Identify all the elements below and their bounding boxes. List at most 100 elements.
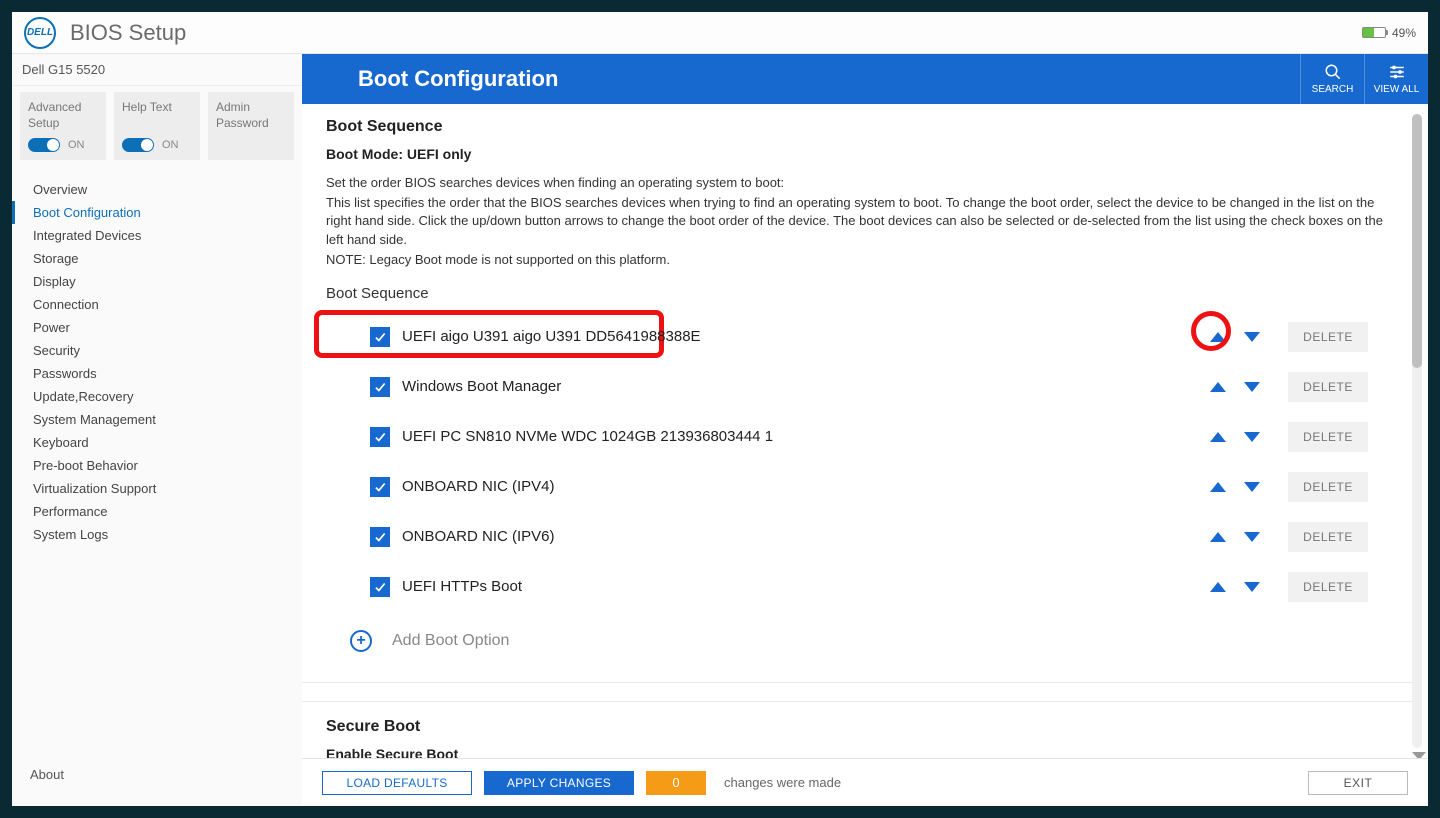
boot-list: UEFI aigo U391 aigo U391 DD5641988388E D… [326, 312, 1388, 612]
delete-button[interactable]: DELETE [1288, 372, 1368, 402]
delete-button[interactable]: DELETE [1288, 322, 1368, 352]
boot-desc-2: This list specifies the order that the B… [326, 194, 1388, 249]
sliders-icon [1388, 63, 1406, 81]
sidebar-item-performance[interactable]: Performance [12, 500, 302, 523]
sidebar-item-connection[interactable]: Connection [12, 293, 302, 316]
boot-item-label: Windows Boot Manager [402, 378, 561, 395]
delete-button[interactable]: DELETE [1288, 472, 1368, 502]
toggle-icon[interactable] [122, 138, 154, 152]
boot-row: UEFI aigo U391 aigo U391 DD5641988388E D… [370, 312, 1368, 362]
content-area[interactable]: Boot Sequence Boot Mode: UEFI only Set t… [302, 104, 1428, 758]
apply-changes-button[interactable]: APPLY CHANGES [484, 771, 634, 795]
about-link[interactable]: About [30, 767, 64, 782]
page-title: Boot Configuration [302, 66, 558, 92]
top-bar: DELL BIOS Setup 49% [12, 12, 1428, 54]
boot-row: Windows Boot Manager DELETE [370, 362, 1368, 412]
scrollbar[interactable] [1412, 114, 1422, 748]
tile-label: Admin Password [216, 100, 286, 131]
sidebar-item-system-logs[interactable]: System Logs [12, 523, 302, 546]
checkbox[interactable] [370, 427, 390, 447]
tile-admin-password[interactable]: Admin Password [208, 92, 294, 160]
search-button[interactable]: SEARCH [1300, 54, 1364, 104]
boot-sequence-heading: Boot Sequence [326, 118, 1388, 136]
boot-row: ONBOARD NIC (IPV4) DELETE [370, 462, 1368, 512]
delete-button[interactable]: DELETE [1288, 572, 1368, 602]
sidebar-item-power[interactable]: Power [12, 316, 302, 339]
scrollbar-thumb[interactable] [1412, 114, 1422, 368]
move-down-icon[interactable] [1244, 532, 1260, 542]
move-up-icon[interactable] [1210, 482, 1226, 492]
sidebar-item-boot-configuration[interactable]: Boot Configuration [12, 201, 302, 224]
view-all-button[interactable]: VIEW ALL [1364, 54, 1428, 104]
plus-circle-icon: + [350, 630, 372, 652]
move-down-icon[interactable] [1244, 482, 1260, 492]
sidebar-item-storage[interactable]: Storage [12, 247, 302, 270]
move-down-icon[interactable] [1244, 432, 1260, 442]
section-divider [302, 682, 1412, 702]
tile-label: Advanced Setup [28, 100, 98, 131]
sidebar: Dell G15 5520 Advanced Setup ON Help Tex… [12, 54, 302, 806]
exit-button[interactable]: EXIT [1308, 771, 1408, 795]
battery-indicator: 49% [1362, 26, 1416, 40]
secure-boot-heading: Secure Boot [326, 718, 1388, 736]
move-down-icon[interactable] [1244, 332, 1260, 342]
delete-button[interactable]: DELETE [1288, 522, 1368, 552]
add-boot-option[interactable]: + Add Boot Option [326, 612, 1388, 662]
boot-desc-note: NOTE: Legacy Boot mode is not supported … [326, 251, 1388, 269]
quick-tiles: Advanced Setup ON Help Text ON Admin Pas… [12, 86, 302, 170]
annotation-highlight-circle [1191, 311, 1231, 351]
tile-help-text[interactable]: Help Text ON [114, 92, 200, 160]
battery-icon [1362, 27, 1386, 38]
toggle-icon[interactable] [28, 138, 60, 152]
main-pane: Boot Configuration SEARCH VIEW ALL Boot … [302, 54, 1428, 806]
boot-item-label: UEFI PC SN810 NVMe WDC 1024GB 2139368034… [402, 428, 773, 445]
boot-mode-label: Boot Mode: UEFI only [326, 146, 1388, 162]
page-header: Boot Configuration SEARCH VIEW ALL [302, 54, 1428, 104]
sidebar-item-update-recovery[interactable]: Update,Recovery [12, 385, 302, 408]
move-down-icon[interactable] [1244, 382, 1260, 392]
enable-secure-boot-label: Enable Secure Boot [326, 746, 1388, 758]
sidebar-item-virtualization-support[interactable]: Virtualization Support [12, 477, 302, 500]
load-defaults-button[interactable]: LOAD DEFAULTS [322, 771, 472, 795]
move-down-icon[interactable] [1244, 582, 1260, 592]
checkbox[interactable] [370, 377, 390, 397]
tile-advanced-setup[interactable]: Advanced Setup ON [20, 92, 106, 160]
sidebar-nav: Overview Boot Configuration Integrated D… [12, 170, 302, 546]
sidebar-item-integrated-devices[interactable]: Integrated Devices [12, 224, 302, 247]
search-icon [1324, 63, 1342, 81]
checkbox[interactable] [370, 327, 390, 347]
sidebar-item-security[interactable]: Security [12, 339, 302, 362]
checkbox[interactable] [370, 477, 390, 497]
sidebar-item-system-management[interactable]: System Management [12, 408, 302, 431]
sidebar-item-passwords[interactable]: Passwords [12, 362, 302, 385]
boot-item-label: ONBOARD NIC (IPV6) [402, 528, 555, 545]
boot-item-label: UEFI HTTPs Boot [402, 578, 522, 595]
move-up-icon[interactable] [1210, 532, 1226, 542]
changes-text: changes were made [724, 775, 841, 790]
move-up-icon[interactable] [1210, 432, 1226, 442]
boot-row: UEFI PC SN810 NVMe WDC 1024GB 2139368034… [370, 412, 1368, 462]
battery-percent: 49% [1392, 26, 1416, 40]
boot-item-label: ONBOARD NIC (IPV4) [402, 478, 555, 495]
sidebar-item-overview[interactable]: Overview [12, 178, 302, 201]
sidebar-item-pre-boot-behavior[interactable]: Pre-boot Behavior [12, 454, 302, 477]
boot-sequence-list-label: Boot Sequence [326, 285, 1388, 302]
dell-logo-icon: DELL [24, 17, 56, 49]
move-up-icon[interactable] [1210, 582, 1226, 592]
bios-window: DELL BIOS Setup 49% Dell G15 5520 Advanc… [12, 12, 1428, 806]
model-label: Dell G15 5520 [12, 54, 302, 86]
sidebar-item-display[interactable]: Display [12, 270, 302, 293]
boot-desc-1: Set the order BIOS searches devices when… [326, 174, 1388, 192]
sidebar-item-keyboard[interactable]: Keyboard [12, 431, 302, 454]
add-boot-label: Add Boot Option [392, 632, 509, 650]
checkbox[interactable] [370, 527, 390, 547]
chevron-down-icon[interactable] [1412, 752, 1426, 758]
app-title: BIOS Setup [70, 20, 186, 46]
boot-item-label: UEFI aigo U391 aigo U391 DD5641988388E [402, 328, 701, 345]
footer-bar: LOAD DEFAULTS APPLY CHANGES 0 changes we… [302, 758, 1428, 806]
changes-count-badge: 0 [646, 771, 706, 795]
checkbox[interactable] [370, 577, 390, 597]
tile-label: Help Text [122, 100, 192, 116]
delete-button[interactable]: DELETE [1288, 422, 1368, 452]
move-up-icon[interactable] [1210, 382, 1226, 392]
